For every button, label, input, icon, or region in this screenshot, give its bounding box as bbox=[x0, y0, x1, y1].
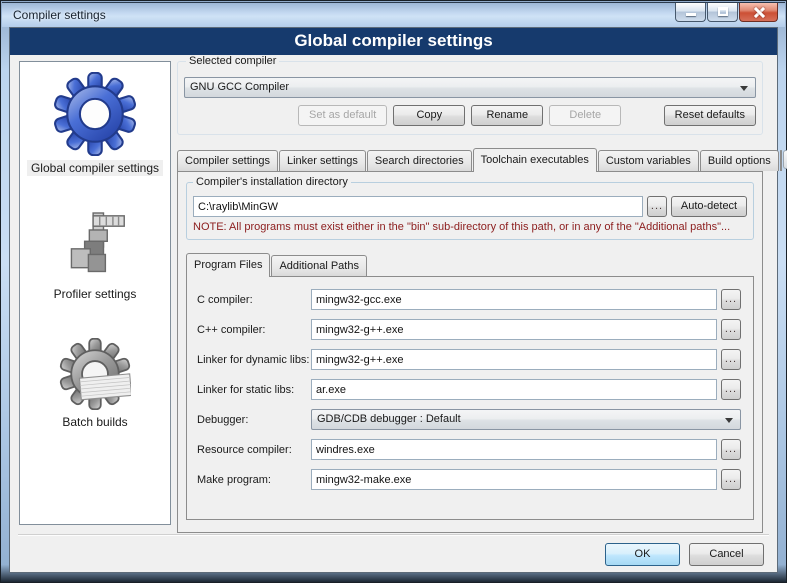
sidebar-item-label: Batch builds bbox=[58, 414, 131, 430]
installation-directory-input[interactable] bbox=[193, 196, 643, 217]
selected-compiler-group-label: Selected compiler bbox=[186, 55, 279, 67]
minimize-icon bbox=[686, 13, 696, 16]
ok-button[interactable]: OK bbox=[605, 543, 680, 566]
window-title: Compiler settings bbox=[13, 8, 106, 22]
tab-custom-variables[interactable]: Custom variables bbox=[598, 150, 699, 171]
static-linker-label: Linker for static libs: bbox=[197, 384, 311, 396]
rename-button[interactable]: Rename bbox=[471, 105, 543, 126]
window-controls bbox=[674, 3, 778, 22]
toolchain-executables-panel: Compiler's installation directory ... Au… bbox=[177, 171, 763, 533]
reset-defaults-button[interactable]: Reset defaults bbox=[664, 105, 756, 126]
installation-directory-browse-button[interactable]: ... bbox=[647, 196, 667, 217]
cpp-compiler-input[interactable] bbox=[311, 319, 717, 340]
titlebar: Compiler settings bbox=[2, 2, 785, 27]
maximize-button[interactable] bbox=[707, 3, 738, 22]
dynamic-linker-label: Linker for dynamic libs: bbox=[197, 354, 311, 366]
compiler-settings-window: Compiler settings Global compiler settin… bbox=[0, 0, 787, 583]
chevron-down-icon bbox=[725, 418, 733, 423]
installation-directory-row: ... Auto-detect bbox=[193, 196, 747, 217]
footer-button-row: OK Cancel bbox=[605, 543, 764, 566]
debugger-select-value: GDB/CDB debugger : Default bbox=[317, 413, 461, 425]
close-button[interactable] bbox=[739, 3, 778, 22]
installation-directory-group-label: Compiler's installation directory bbox=[193, 176, 351, 188]
field-row-static-linker: Linker for static libs: ... bbox=[197, 379, 741, 400]
tab-program-files[interactable]: Program Files bbox=[186, 253, 270, 277]
dialog-client: Global compiler settings bbox=[9, 27, 778, 573]
dialog-header: Global compiler settings bbox=[10, 28, 777, 55]
main-panel: Selected compiler GNU GCC Compiler Set a… bbox=[177, 61, 763, 533]
compiler-select-value: GNU GCC Compiler bbox=[190, 81, 289, 93]
caliper-icon bbox=[62, 210, 128, 282]
close-icon bbox=[754, 7, 765, 18]
batch-gear-icon bbox=[59, 338, 131, 410]
cpp-compiler-browse-button[interactable]: ... bbox=[721, 319, 741, 340]
settings-tabstrip: Compiler settings Linker settings Search… bbox=[177, 147, 763, 171]
tab-scroll-buttons bbox=[783, 150, 787, 169]
program-files-panel: C compiler: ... C++ compiler: ... Linker… bbox=[186, 276, 754, 520]
resource-compiler-input[interactable] bbox=[311, 439, 717, 460]
compiler-button-row: Set as default Copy Rename Delete Reset … bbox=[184, 105, 756, 126]
dialog-header-title: Global compiler settings bbox=[294, 31, 492, 50]
tab-build-options[interactable]: Build options bbox=[700, 150, 779, 171]
tab-search-directories[interactable]: Search directories bbox=[367, 150, 472, 171]
c-compiler-input[interactable] bbox=[311, 289, 717, 310]
selected-compiler-group: Selected compiler GNU GCC Compiler Set a… bbox=[177, 61, 763, 135]
maximize-icon bbox=[718, 7, 728, 16]
sidebar-item-label: Profiler settings bbox=[50, 286, 141, 302]
sidebar-item-profiler-settings[interactable]: Profiler settings bbox=[50, 210, 141, 302]
field-row-make-program: Make program: ... bbox=[197, 469, 741, 490]
compiler-select[interactable]: GNU GCC Compiler bbox=[184, 77, 756, 98]
field-row-dynamic-linker: Linker for dynamic libs: ... bbox=[197, 349, 741, 370]
static-linker-browse-button[interactable]: ... bbox=[721, 379, 741, 400]
auto-detect-button[interactable]: Auto-detect bbox=[671, 196, 747, 217]
static-linker-input[interactable] bbox=[311, 379, 717, 400]
resource-compiler-label: Resource compiler: bbox=[197, 444, 311, 456]
set-as-default-button: Set as default bbox=[298, 105, 387, 126]
minimize-button[interactable] bbox=[675, 3, 706, 22]
copy-button[interactable]: Copy bbox=[393, 105, 465, 126]
sidebar-item-batch-builds[interactable]: Batch builds bbox=[58, 338, 131, 430]
dynamic-linker-input[interactable] bbox=[311, 349, 717, 370]
debugger-select[interactable]: GDB/CDB debugger : Default bbox=[311, 409, 741, 430]
field-row-cpp-compiler: C++ compiler: ... bbox=[197, 319, 741, 340]
program-files-tabstrip: Program Files Additional Paths bbox=[186, 253, 754, 276]
tab-toolchain-executables[interactable]: Toolchain executables bbox=[473, 148, 597, 172]
tab-compiler-settings[interactable]: Compiler settings bbox=[177, 150, 278, 171]
tab-partial[interactable] bbox=[780, 150, 782, 171]
make-program-browse-button[interactable]: ... bbox=[721, 469, 741, 490]
field-row-c-compiler: C compiler: ... bbox=[197, 289, 741, 310]
sidebar-item-label: Global compiler settings bbox=[27, 160, 163, 176]
program-files-notebook: Program Files Additional Paths C compile… bbox=[186, 253, 754, 520]
settings-category-list: Global compiler settings bbox=[19, 61, 171, 525]
resource-compiler-browse-button[interactable]: ... bbox=[721, 439, 741, 460]
field-row-resource-compiler: Resource compiler: ... bbox=[197, 439, 741, 460]
installation-note: NOTE: All programs must exist either in … bbox=[193, 221, 747, 233]
footer-separator bbox=[18, 534, 769, 536]
chevron-down-icon bbox=[740, 86, 748, 91]
cpp-compiler-label: C++ compiler: bbox=[197, 324, 311, 336]
c-compiler-label: C compiler: bbox=[197, 294, 311, 306]
make-program-label: Make program: bbox=[197, 474, 311, 486]
c-compiler-browse-button[interactable]: ... bbox=[721, 289, 741, 310]
field-row-debugger: Debugger: GDB/CDB debugger : Default bbox=[197, 409, 741, 430]
cancel-button[interactable]: Cancel bbox=[689, 543, 764, 566]
tab-additional-paths[interactable]: Additional Paths bbox=[271, 255, 367, 276]
dynamic-linker-browse-button[interactable]: ... bbox=[721, 349, 741, 370]
gear-icon bbox=[53, 72, 137, 156]
delete-button: Delete bbox=[549, 105, 621, 126]
debugger-label: Debugger: bbox=[197, 414, 311, 426]
sidebar-item-global-compiler-settings[interactable]: Global compiler settings bbox=[27, 72, 163, 176]
installation-directory-group: Compiler's installation directory ... Au… bbox=[186, 182, 754, 240]
make-program-input[interactable] bbox=[311, 469, 717, 490]
tab-linker-settings[interactable]: Linker settings bbox=[279, 150, 366, 171]
